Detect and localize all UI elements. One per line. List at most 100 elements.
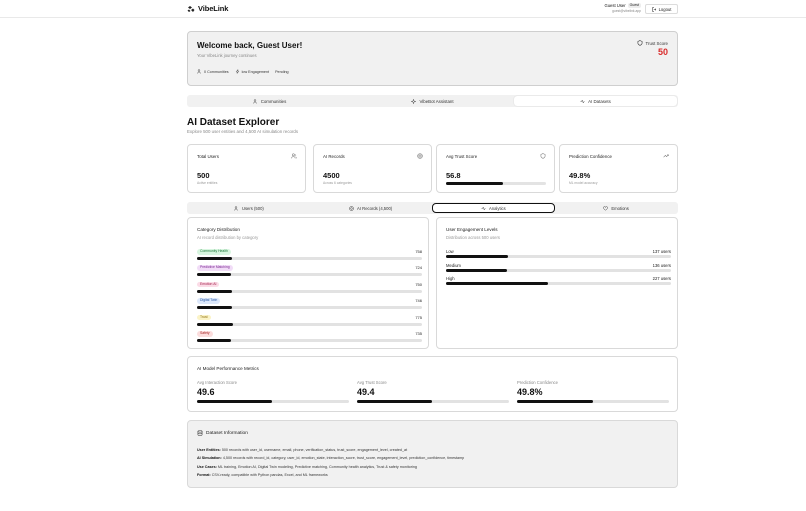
category-count: 724	[415, 265, 422, 271]
welcome-subtitle: Your VibeLink journey continues	[197, 53, 257, 58]
info-line-user-entities: User Entities: 500 records with user_id,…	[197, 448, 408, 452]
stat-card-avg-trust: Avg Trust Score 56.8	[436, 144, 555, 193]
stat-subtext: Active entities	[197, 181, 218, 185]
engagement-levels-panel: User Engagement Levels Distribution acro…	[436, 217, 678, 349]
info-title: Dataset Information	[206, 430, 248, 436]
category-count: 735	[415, 331, 422, 336]
category-badge: Community Health	[197, 249, 231, 255]
welcome-title: Welcome back, Guest User!	[197, 41, 303, 50]
category-row: Predictive Matching 724	[197, 265, 422, 278]
welcome-tags: 0 Communities low Engagement Pending	[197, 69, 289, 74]
info-header: Dataset Information	[197, 430, 248, 436]
shield-icon	[637, 40, 643, 46]
category-bar-track	[197, 273, 422, 277]
logout-icon	[651, 6, 657, 12]
logout-button[interactable]: Logout	[645, 4, 678, 14]
tab-communities[interactable]: Communities	[188, 96, 351, 106]
category-bar-fill	[197, 289, 233, 293]
sparkles-icon	[411, 98, 417, 104]
metric-value: 49.8%	[517, 387, 543, 397]
metric-bar-fill	[517, 400, 593, 403]
tab-ai-datasets[interactable]: AI Datasets	[514, 96, 677, 106]
stat-value: 500	[197, 171, 210, 180]
tab-analytics[interactable]: Analytics	[431, 203, 556, 213]
category-bar-track	[197, 257, 422, 260]
category-row: Community Health 758	[197, 249, 422, 262]
main-tabs: Communities VibeBot Assistant AI Dataset…	[187, 95, 678, 107]
metric-item: Avg Interaction Score 49.6	[197, 380, 349, 403]
category-row: Digital Twin 746	[197, 298, 422, 311]
category-row: Trust 775	[197, 314, 422, 328]
category-count: 775	[415, 314, 422, 320]
dataset-info-panel: Dataset Information User Entities: 500 r…	[187, 420, 678, 488]
metric-bar-track	[197, 400, 349, 403]
database-icon	[197, 430, 203, 436]
stat-title: Prediction Confidence	[569, 154, 612, 159]
metric-bar-track	[357, 400, 509, 403]
tab-emotions[interactable]: Emotions	[555, 203, 677, 213]
tab-ai-records[interactable]: AI Records (4,500)	[310, 203, 432, 213]
category-bar-fill	[197, 273, 231, 277]
stat-subtext: ML model accuracy	[569, 181, 598, 185]
dataset-tabs: Users (500) AI Records (4,500) Analytics…	[187, 202, 678, 214]
engagement-row: Medium 136 users	[446, 263, 671, 276]
metric-item: Prediction Confidence 49.8%	[517, 380, 669, 403]
trust-score: Trust Score 50	[637, 40, 668, 57]
category-row: Emotion AI 750	[197, 281, 422, 295]
app-name: VibeLink	[198, 4, 229, 13]
trend-icon	[663, 153, 669, 159]
category-badge: Emotion AI	[197, 281, 220, 288]
stat-title: AI Records	[323, 154, 345, 159]
metric-bar-fill	[197, 400, 273, 403]
trust-score-value: 50	[657, 47, 668, 57]
info-line-format: Format: CSV-ready, compatible with Pytho…	[197, 473, 328, 477]
engagement-bar-track	[446, 282, 671, 285]
stat-title: Total Users	[197, 154, 219, 159]
metric-bar-track	[517, 400, 669, 403]
engagement-bar-fill	[446, 255, 508, 258]
info-line-ai-simulation: AI Simulation: 4,500 records with record…	[197, 456, 465, 460]
trust-progress-bar	[446, 182, 546, 185]
metric-label: Avg Interaction Score	[197, 380, 237, 385]
category-badge: Safety	[197, 331, 213, 337]
category-bar-track	[197, 289, 422, 293]
category-bar-track	[197, 306, 422, 310]
category-distribution-panel: Category Distribution AI record distribu…	[187, 217, 429, 349]
engagement-count: 137 users	[652, 249, 671, 254]
metric-label: Prediction Confidence	[517, 380, 558, 385]
category-row: Safety 735	[197, 331, 422, 344]
engagement-row: High 227 users	[446, 276, 671, 289]
users-icon	[234, 205, 239, 211]
trust-progress-fill	[446, 182, 503, 185]
activity-icon	[481, 205, 486, 211]
metric-value: 49.4	[357, 387, 375, 397]
users-icon	[291, 153, 297, 159]
category-count: 746	[415, 298, 422, 304]
stat-value: 49.8%	[569, 171, 591, 180]
page-subtitle: Explore 500 user entities and 4,500 AI s…	[187, 129, 299, 134]
users-icon	[252, 98, 258, 104]
welcome-card: Welcome back, Guest User! Your VibeLink …	[187, 31, 678, 86]
activity-icon	[580, 98, 585, 104]
engagement-label: Medium	[446, 262, 461, 268]
communities-tag: 0 Communities	[197, 69, 229, 74]
stat-card-ai-records: AI Records 4500 Across 6 categories	[313, 144, 432, 193]
top-bar: VibeLink Guest User Guest guest@vibelink…	[0, 0, 806, 18]
category-bar-track	[197, 322, 422, 326]
engagement-tag: low Engagement	[235, 69, 269, 74]
category-badge: Predictive Matching	[197, 265, 233, 271]
info-line-use-cases: Use Cases: ML training, Emotion AI, Digi…	[197, 465, 417, 469]
metric-item: Avg Trust Score 49.4	[357, 380, 509, 403]
app-logo[interactable]: VibeLink	[187, 4, 228, 13]
category-bar-track	[197, 339, 422, 342]
panel-subtitle: AI record distribution by category	[197, 235, 259, 240]
tab-vibebot-assistant[interactable]: VibeBot Assistant	[351, 96, 514, 106]
tab-users[interactable]: Users (500)	[188, 203, 310, 213]
heart-icon	[603, 205, 609, 211]
category-bar-fill	[197, 322, 234, 326]
stat-title: Avg Trust Score	[446, 154, 478, 159]
panel-title: Category Distribution	[197, 227, 240, 232]
category-badge: Trust	[197, 314, 211, 321]
logout-label: Logout	[658, 6, 672, 12]
category-bar-fill	[197, 306, 232, 310]
